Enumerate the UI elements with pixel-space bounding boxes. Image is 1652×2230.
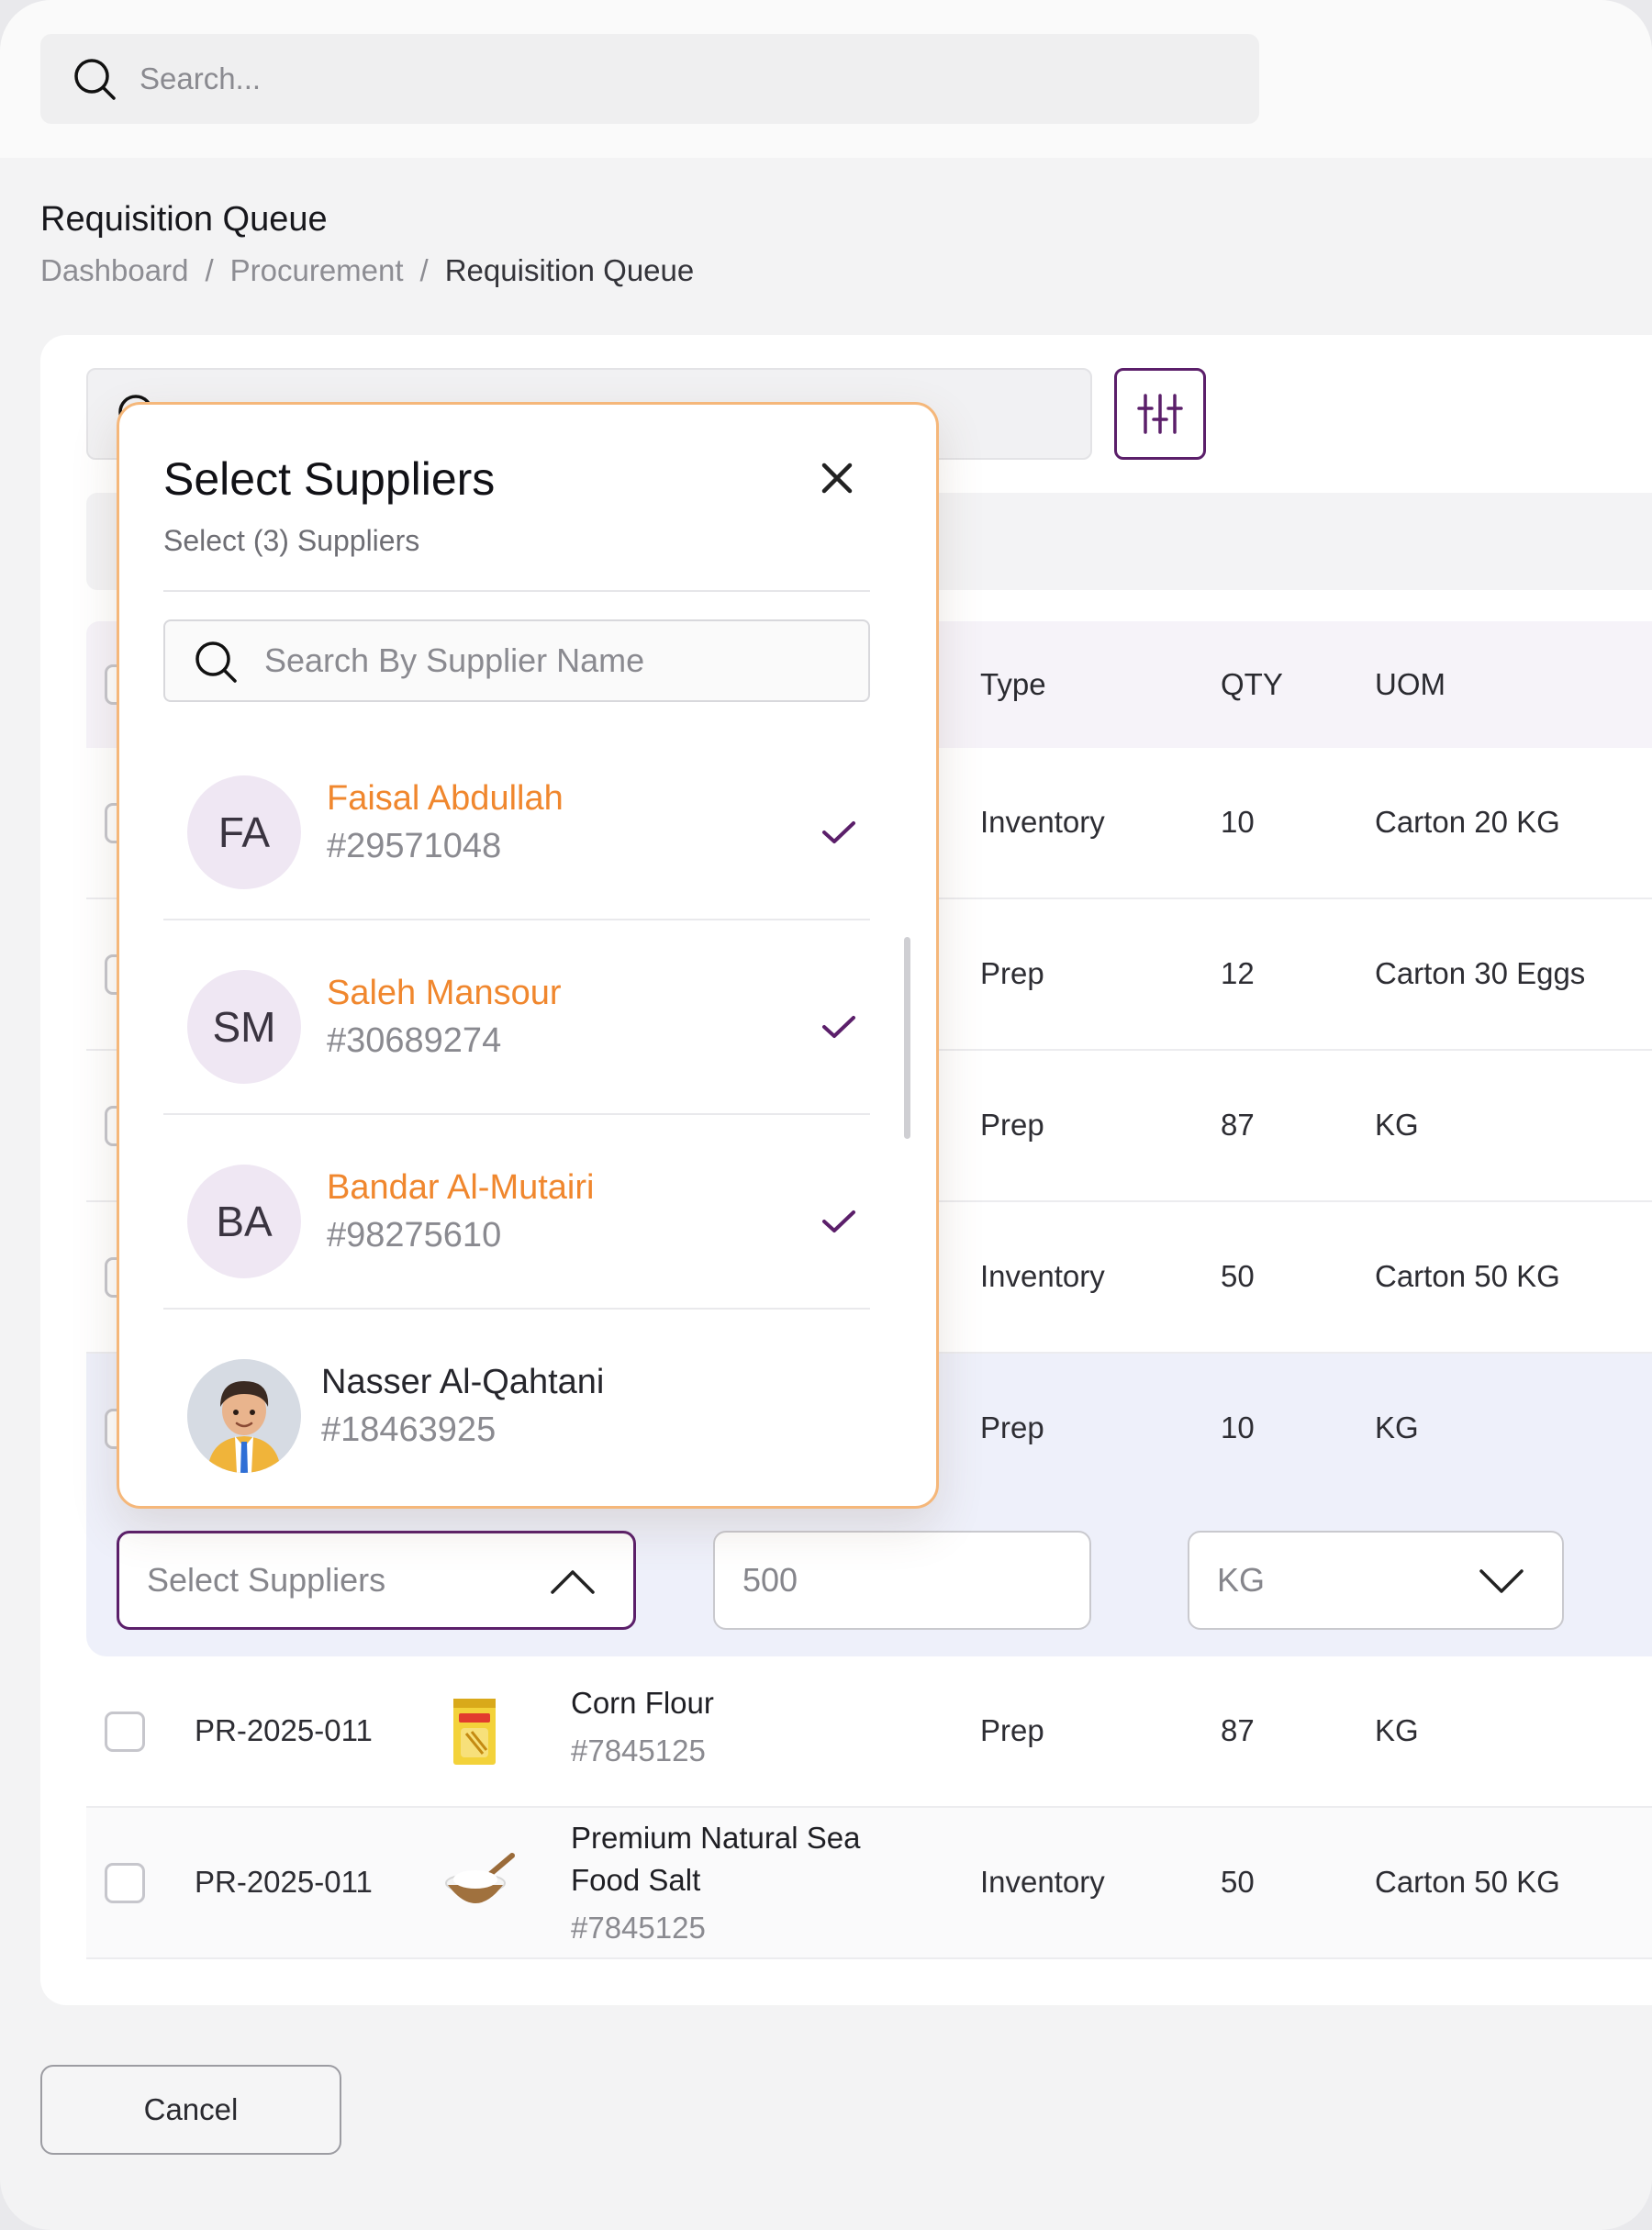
cell-type: Inventory xyxy=(980,1259,1105,1293)
cancel-button[interactable]: Cancel xyxy=(40,2065,341,2155)
popover-title: Select Suppliers xyxy=(163,453,496,505)
breadcrumb-current: Requisition Queue xyxy=(444,253,695,287)
table-row[interactable]: PR-2025-011 Premium Natural Sea Food Sal… xyxy=(86,1808,1652,1959)
cell-uom: Carton 20 KG xyxy=(1375,805,1560,839)
supplier-option[interactable]: SM Saleh Mansour #30689274 xyxy=(163,920,870,1115)
row-checkbox[interactable] xyxy=(105,1712,145,1752)
product-name-line2: Food Salt xyxy=(571,1863,701,1897)
uom-select[interactable]: KG xyxy=(1188,1531,1564,1630)
product-name-line1: Premium Natural Sea xyxy=(571,1821,861,1855)
cell-qty: 10 xyxy=(1221,805,1255,839)
cell-qty: 50 xyxy=(1221,1259,1255,1293)
breadcrumb: Dashboard / Procurement / Requisition Qu… xyxy=(40,253,694,288)
column-header-qty[interactable]: QTY xyxy=(1221,621,1283,748)
breadcrumb-separator: / xyxy=(205,253,214,287)
cell-qty: 87 xyxy=(1221,1713,1255,1747)
corn-flour-product-icon xyxy=(453,1699,496,1765)
supplier-search-input[interactable] xyxy=(264,621,852,700)
cell-uom: KG xyxy=(1375,1108,1419,1142)
supplier-select[interactable]: Select Suppliers xyxy=(117,1531,636,1630)
check-icon xyxy=(822,1210,855,1232)
table-row[interactable]: PR-2025-011 Corn Flour #7845125 Prep 87 … xyxy=(86,1656,1652,1808)
breadcrumb-separator: / xyxy=(419,253,429,287)
supplier-option[interactable]: Nasser Al-Qahtani #18463925 xyxy=(163,1310,870,1504)
page-title: Requisition Queue xyxy=(40,200,328,239)
cell-request-id: PR-2025-011 xyxy=(195,1865,373,1899)
cell-qty: 87 xyxy=(1221,1108,1255,1142)
supplier-search[interactable] xyxy=(163,619,870,702)
supplier-id: #30689274 xyxy=(327,1021,502,1060)
breadcrumb-dashboard[interactable]: Dashboard xyxy=(40,253,188,288)
supplier-name: Saleh Mansour xyxy=(327,974,562,1012)
close-icon[interactable] xyxy=(815,456,859,500)
supplier-id: #29571048 xyxy=(327,827,502,865)
supplier-option[interactable]: BA Bandar Al-Mutairi #98275610 xyxy=(163,1115,870,1310)
global-search[interactable] xyxy=(40,34,1259,124)
popover-divider xyxy=(163,590,870,592)
product-code: #7845125 xyxy=(571,1911,706,1945)
filter-button[interactable] xyxy=(1114,368,1206,460)
cell-type: Prep xyxy=(980,1410,1044,1444)
cell-uom: Carton 50 KG xyxy=(1375,1259,1560,1293)
uom-value: KG xyxy=(1217,1561,1266,1599)
top-bar xyxy=(0,0,1652,158)
row-edit-panel: Select Suppliers 500 KG xyxy=(86,1505,1652,1656)
cell-type: Prep xyxy=(980,1713,1044,1747)
salt-bowl-product-icon xyxy=(445,1853,515,1903)
check-icon xyxy=(822,1016,855,1038)
avatar: SM xyxy=(187,970,301,1084)
cell-type: Inventory xyxy=(980,1865,1105,1899)
person-avatar xyxy=(187,1359,301,1473)
popover-scrollbar[interactable] xyxy=(904,937,910,1139)
supplier-id: #18463925 xyxy=(321,1410,497,1449)
cell-qty: 12 xyxy=(1221,956,1255,990)
chevron-down-icon xyxy=(1479,1569,1524,1593)
cell-type: Inventory xyxy=(980,805,1105,839)
avatar: FA xyxy=(187,775,301,889)
cell-uom: Carton 50 KG xyxy=(1375,1865,1560,1899)
cell-type: Prep xyxy=(980,956,1044,990)
column-header-uom[interactable]: UOM xyxy=(1375,621,1446,748)
cell-uom: Carton 30 Eggs xyxy=(1375,956,1586,990)
sliders-icon xyxy=(1137,394,1183,434)
select-suppliers-popover: Select Suppliers Select (3) Suppliers FA… xyxy=(117,402,939,1509)
supplier-select-placeholder: Select Suppliers xyxy=(147,1561,386,1599)
product-code: #7845125 xyxy=(571,1734,706,1767)
search-icon xyxy=(195,641,237,683)
cell-request-id: PR-2025-011 xyxy=(195,1713,373,1747)
cell-type: Prep xyxy=(980,1108,1044,1142)
cell-uom: KG xyxy=(1375,1713,1419,1747)
cell-qty: 50 xyxy=(1221,1865,1255,1899)
popover-subtitle: Select (3) Suppliers xyxy=(163,524,420,557)
avatar: BA xyxy=(187,1165,301,1278)
row-checkbox[interactable] xyxy=(105,1863,145,1903)
supplier-name: Nasser Al-Qahtani xyxy=(321,1363,605,1401)
chevron-up-icon xyxy=(551,1570,595,1594)
supplier-id: #98275610 xyxy=(327,1216,502,1254)
check-icon xyxy=(822,821,855,843)
supplier-name: Bandar Al-Mutairi xyxy=(327,1168,595,1207)
cell-uom: KG xyxy=(1375,1410,1419,1444)
quantity-input[interactable]: 500 xyxy=(713,1531,1091,1630)
supplier-option[interactable]: FA Faisal Abdullah #29571048 xyxy=(163,726,870,920)
cell-qty: 10 xyxy=(1221,1410,1255,1444)
search-icon xyxy=(74,59,116,100)
supplier-name: Faisal Abdullah xyxy=(327,779,564,818)
global-search-input[interactable] xyxy=(140,34,1222,124)
quantity-value: 500 xyxy=(742,1561,798,1599)
page: Requisition Queue Dashboard / Procuremen… xyxy=(0,0,1652,2230)
product-name: Corn Flour xyxy=(571,1686,714,1720)
column-header-type[interactable]: Type xyxy=(980,621,1046,748)
breadcrumb-procurement[interactable]: Procurement xyxy=(230,253,404,288)
